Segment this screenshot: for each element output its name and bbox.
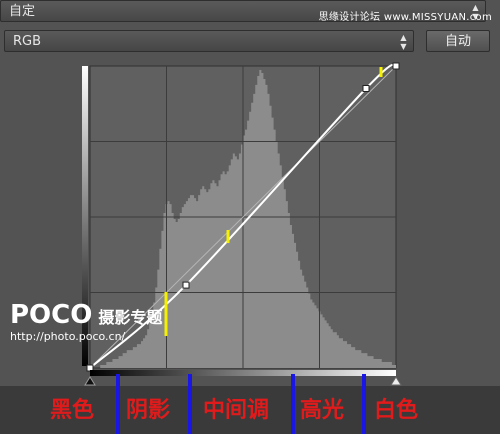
zone-divider	[116, 374, 120, 434]
zone-label-midtones: 中间调	[203, 398, 270, 423]
zone-label-blacks: 黑色	[50, 398, 95, 423]
curve-control-point[interactable]	[182, 281, 190, 289]
zone-label-shadows: 阴影	[126, 398, 171, 423]
curve-control-point[interactable]	[362, 85, 370, 93]
curve-control-point[interactable]	[392, 62, 400, 70]
input-gradient-bar	[90, 370, 396, 376]
white-point-slider-icon[interactable]	[390, 376, 402, 386]
brand-logo-text: POCO	[10, 300, 93, 330]
zone-divider	[291, 374, 295, 434]
zone-label-whites: 白色	[374, 398, 419, 423]
zone-label-highlights: 高光	[300, 398, 345, 423]
zone-divider	[362, 374, 366, 434]
brand-url: http://photo.poco.cn/	[10, 330, 126, 343]
curves-graph[interactable]	[0, 0, 500, 434]
brand-sub-text: 摄影专题	[98, 308, 163, 327]
black-point-slider-icon[interactable]	[84, 376, 96, 386]
zone-divider	[188, 374, 192, 434]
poco-logo: POCO 摄影专题	[10, 300, 162, 330]
